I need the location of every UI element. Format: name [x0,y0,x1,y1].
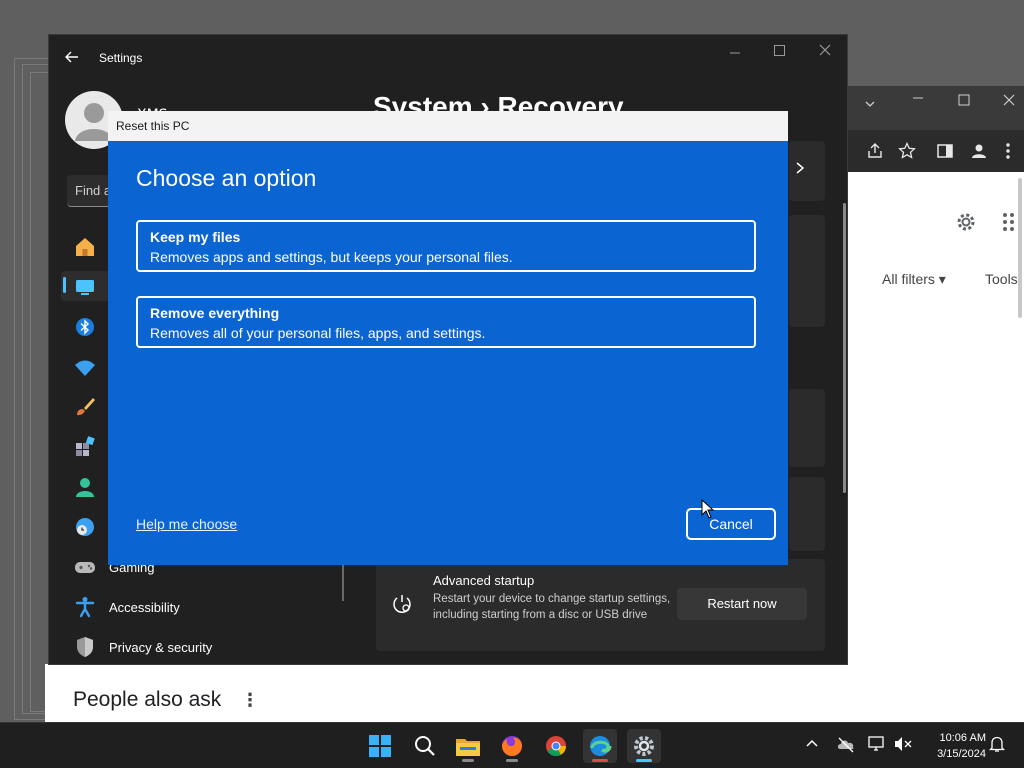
start-button[interactable] [363,729,397,763]
back-arrow-icon[interactable] [65,50,79,64]
account-icon[interactable] [73,475,97,499]
remove-everything-option[interactable]: Remove everything Removes all of your pe… [136,296,756,348]
firefox-icon [502,736,522,756]
browser-page [840,172,1024,722]
chevron-up-icon[interactable] [805,738,819,748]
keep-my-files-option[interactable]: Keep my files Removes apps and settings,… [136,220,756,272]
close-icon[interactable] [1003,94,1015,106]
close-icon[interactable] [819,44,831,56]
content-scrollbar[interactable] [843,203,846,493]
running-indicator [506,759,518,762]
onedrive-offline-icon[interactable] [836,735,856,753]
firefox-button[interactable] [495,729,529,763]
more-options-icon[interactable]: ⋮ [241,690,259,711]
browser-window[interactable]: All filters ▾ Tools [840,86,1024,722]
settings-title: Settings [99,51,143,65]
chrome-button[interactable] [539,729,573,763]
dialog-heading: Choose an option [136,165,317,191]
running-indicator [636,759,652,762]
sidebar-item-accessibility[interactable]: Accessibility [109,600,180,615]
shield-icon[interactable] [73,635,97,659]
chrome-icon [546,736,567,757]
running-indicator [462,759,474,762]
clock-time: 10:06 AM [939,732,986,744]
browser-scrollbar[interactable] [1018,178,1022,318]
recovery-options-card [789,215,825,327]
maximize-icon[interactable] [774,45,785,56]
sidebar-active-indicator [63,277,66,293]
brush-icon[interactable] [73,395,97,419]
accessibility-icon[interactable] [73,595,97,619]
maximize-icon[interactable] [958,94,970,106]
dialog-title: Reset this PC [116,119,190,133]
browser-toolbar [840,130,1024,172]
chevron-down-icon[interactable] [864,98,876,110]
sidebar-item-privacy[interactable]: Privacy & security [109,640,212,655]
apps-icon[interactable] [73,435,97,459]
settings-button[interactable] [627,729,661,763]
home-icon[interactable] [73,235,97,259]
share-icon[interactable] [866,142,884,160]
bluetooth-icon[interactable] [73,315,97,339]
go-back-card [789,477,825,551]
cancel-button[interactable]: Cancel [686,508,776,540]
gear-icon[interactable] [954,210,978,234]
minimize-icon[interactable] [729,47,741,59]
advanced-startup-title: Advanced startup [433,573,535,588]
clock-date: 3/15/2024 [937,748,986,760]
mouse-cursor-icon [701,499,715,519]
taskbar: 10:06 AM 3/15/2024 [0,722,1024,768]
volume-muted-icon[interactable] [893,735,913,753]
background-window-edge [30,72,50,712]
option-title: Remove everything [150,305,280,321]
option-description: Removes apps and settings, but keeps you… [150,249,513,265]
notification-bell-icon[interactable] [988,735,1006,753]
bookmark-star-icon[interactable] [898,142,916,160]
file-explorer-icon [456,739,480,756]
restart-now-button[interactable]: Restart now [677,588,807,620]
network-disconnected-icon[interactable] [867,735,887,753]
search-icon [415,736,435,756]
more-menu-icon[interactable] [1004,142,1012,160]
gamepad-icon[interactable] [73,555,97,579]
chevron-right-icon[interactable] [795,161,805,175]
sidebar-scrollbar[interactable] [342,565,344,601]
globe-clock-icon[interactable] [73,515,97,539]
start-icon [369,735,391,757]
advanced-startup-description: Restart your device to change startup se… [433,593,671,621]
system-clock[interactable]: 10:06 AM 3/15/2024 [922,730,986,762]
browser-titlebar[interactable] [840,86,1024,130]
edge-button[interactable] [583,729,617,763]
system-icon[interactable] [73,275,97,299]
people-also-ask-heading: People also ask [73,688,222,711]
tools-button[interactable]: Tools [985,271,1018,287]
profile-icon[interactable] [970,142,988,160]
reset-pc-dialog[interactable]: Reset this PC Choose an option Keep my f… [108,111,788,565]
people-also-ask-section: People also ask ⋮ [45,664,1024,722]
side-panel-icon[interactable] [936,142,954,160]
all-filters-button[interactable]: All filters ▾ [882,271,946,288]
help-me-choose-link[interactable]: Help me choose [136,516,237,532]
settings-icon [634,736,654,756]
reset-pc-card [789,389,825,467]
minimize-icon[interactable] [912,92,924,104]
running-indicator [592,759,608,762]
option-description: Removes all of your personal files, apps… [150,325,486,341]
dialog-titlebar[interactable]: Reset this PC [108,111,788,141]
search-button[interactable] [407,729,441,763]
edge-icon [590,736,612,756]
wifi-icon[interactable] [73,355,97,379]
restart-gear-icon [391,593,413,615]
file-explorer-button[interactable] [451,729,485,763]
option-title: Keep my files [150,229,241,245]
